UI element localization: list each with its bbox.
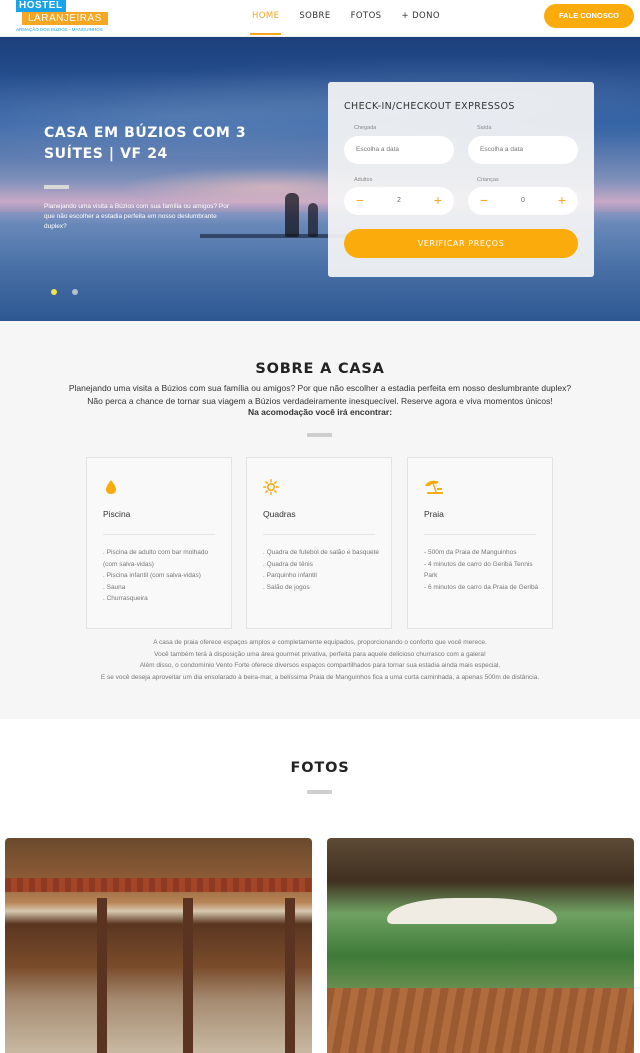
list-item: . Piscina infantil (com salva-vidas) <box>103 572 201 579</box>
hero-section: CASA EM BÚZIOS COM 3 SUÍTES | VF 24 Plan… <box>0 37 640 321</box>
nav-dono[interactable]: + DONO <box>395 0 446 36</box>
checkout-date-input[interactable]: Escolha a data <box>468 136 578 164</box>
adults-minus-button[interactable]: − <box>346 187 374 215</box>
beach-umbrella-icon <box>425 480 443 494</box>
contact-button[interactable]: FALE CONOSCO <box>544 4 634 28</box>
garden-umbrella <box>387 898 557 924</box>
feature-card-piscina: Piscina . Piscina de adulto com bar molh… <box>86 457 232 629</box>
about-intro-line-2: Não perca a chance de tornar sua viagem … <box>87 395 553 406</box>
about-intro-line-1: Planejando uma visita a Búzios com sua f… <box>68 383 572 393</box>
photo-garden-deck[interactable] <box>327 838 634 1053</box>
hero-person-silhouette <box>285 193 299 237</box>
adults-stepper: − 2 + <box>344 187 454 215</box>
hero-child-silhouette <box>308 203 318 237</box>
children-label: Crianças <box>477 177 499 183</box>
wood-post <box>97 898 107 1053</box>
feature-card-title: Quadras <box>263 509 296 519</box>
hero-title: CASA EM BÚZIOS COM 3 SUÍTES | VF 24 <box>44 125 247 162</box>
about-highlight: Na acomodação você irá encontrar: <box>247 407 393 417</box>
feature-list: - 500m da Praia de Manguinhos - 4 minuto… <box>424 547 544 593</box>
list-item: . Quadra de tênis <box>263 560 313 568</box>
feature-card-quadras: Quadras . Quadra de futebol de salão e b… <box>246 457 392 629</box>
nav-sobre[interactable]: SOBRE <box>293 0 336 36</box>
about-section: SOBRE A CASA Planejando uma visita a Búz… <box>0 321 640 719</box>
children-stepper: − 0 + <box>468 187 578 215</box>
site-logo[interactable]: HOSTEL LARANJEIRAS ARMAÇÃO DOS BÚZIOS - … <box>8 0 108 36</box>
sun-icon <box>263 479 279 495</box>
list-item: . Parquinho infantil <box>263 572 317 579</box>
wood-post <box>183 898 193 1053</box>
about-divider <box>307 433 332 437</box>
feature-card-title: Praia <box>424 509 444 519</box>
nav-fotos[interactable]: FOTOS <box>345 0 388 36</box>
card-divider <box>424 534 536 535</box>
about-paragraph-line: A casa de praia oferece espaços amplos e… <box>153 639 487 646</box>
list-item: . Piscina de adulto com bar molhado (com… <box>103 549 209 568</box>
roof-tiles <box>5 878 312 892</box>
children-value: 0 <box>521 197 525 204</box>
about-title: SOBRE A CASA <box>255 361 385 377</box>
site-header: HOSTEL LARANJEIRAS ARMAÇÃO DOS BÚZIOS - … <box>0 0 640 37</box>
feature-card-praia: Praia - 500m da Praia de Manguinhos - 4 … <box>407 457 553 629</box>
hero-description: Planejando uma visita a Búzios com sua f… <box>44 203 229 230</box>
children-minus-button[interactable]: − <box>470 187 498 215</box>
card-divider <box>263 534 375 535</box>
feature-card-title: Piscina <box>103 509 131 519</box>
checkout-label: Saída <box>477 125 492 131</box>
about-paragraph-line: Você também terá à disposição uma área g… <box>154 650 486 658</box>
list-item: . Churrasqueira <box>103 595 148 602</box>
slider-dot-1[interactable] <box>51 289 57 295</box>
list-item: . Salão de jogos <box>263 583 310 591</box>
list-item: - 6 minutos de carro da Praia de Geribá <box>424 583 539 591</box>
card-divider <box>103 534 215 535</box>
list-item: - 4 minutos de carro do Geribá Tennis Pa… <box>424 560 533 580</box>
checkin-date-input[interactable]: Escolha a data <box>344 136 454 164</box>
about-paragraph-line: Além disso, o condomínio Vento Forte ofe… <box>139 662 501 669</box>
logo-main-text: LARANJEIRAS <box>22 12 108 25</box>
list-item: - 500m da Praia de Manguinhos <box>424 549 517 556</box>
nav-home[interactable]: HOME <box>246 0 285 36</box>
list-item: . Quadra de futebol de salão e basquete <box>263 549 380 556</box>
photos-divider <box>307 790 332 794</box>
photo-house-porch[interactable] <box>5 838 312 1053</box>
main-nav: HOME SOBRE FOTOS + DONO <box>246 0 454 36</box>
wood-deck <box>327 988 634 1053</box>
logo-top-text: HOSTEL <box>16 0 66 12</box>
slider-dot-2[interactable] <box>72 289 78 295</box>
feature-list: . Quadra de futebol de salão e basquete … <box>263 547 383 593</box>
hero-divider <box>44 185 69 189</box>
photos-title: FOTOS <box>290 760 350 776</box>
checkin-label: Chegada <box>354 125 377 131</box>
check-prices-button[interactable]: VERIFICAR PREÇOS <box>344 229 578 258</box>
list-item: . Sauna <box>103 583 126 591</box>
feature-list: . Piscina de adulto com bar molhado (com… <box>103 547 223 605</box>
logo-subtitle: ARMAÇÃO DOS BÚZIOS - MANGUINHOS <box>16 27 103 32</box>
children-plus-button[interactable]: + <box>548 187 576 215</box>
about-intro: Planejando uma visita a Búzios com sua f… <box>40 382 600 407</box>
wood-post <box>285 898 295 1053</box>
adults-label: Adultos <box>354 177 373 183</box>
booking-panel: CHECK-IN/CHECKOUT EXPRESSOS Chegada Esco… <box>328 82 594 277</box>
booking-title: CHECK-IN/CHECKOUT EXPRESSOS <box>344 101 515 112</box>
drop-icon <box>106 480 116 494</box>
adults-value: 2 <box>397 197 401 204</box>
about-description: A casa de praia oferece espaços amplos e… <box>40 637 600 683</box>
adults-plus-button[interactable]: + <box>424 187 452 215</box>
about-paragraph-line: E se você deseja aproveitar um dia ensol… <box>100 673 540 681</box>
